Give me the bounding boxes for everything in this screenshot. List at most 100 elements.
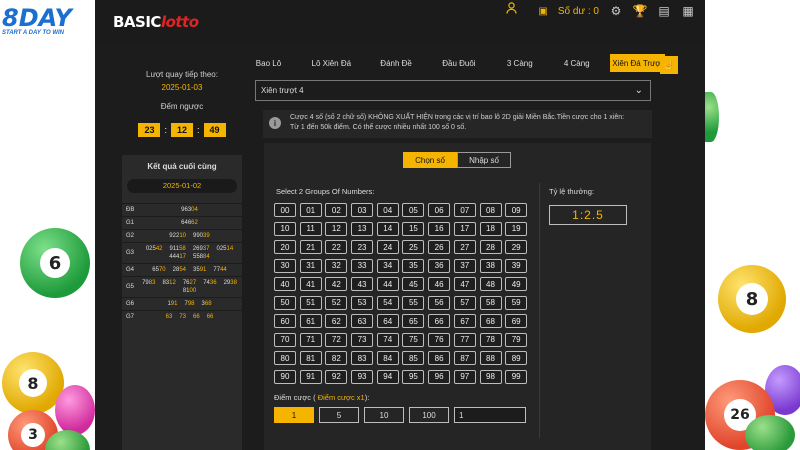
number-cell[interactable]: 68 (479, 314, 502, 328)
number-cell[interactable]: 03 (351, 203, 374, 217)
number-cell[interactable]: 30 (274, 258, 296, 273)
number-cell[interactable]: 36 (428, 258, 451, 273)
number-cell[interactable]: 50 (274, 295, 296, 310)
number-cell[interactable]: 71 (299, 332, 322, 347)
choose-numbers-button[interactable]: Chọn số (403, 152, 457, 168)
tab-0[interactable]: Bao Lô (245, 54, 292, 72)
number-cell[interactable]: 02 (325, 203, 348, 217)
number-cell[interactable]: 31 (299, 258, 322, 273)
number-cell[interactable]: 18 (479, 221, 502, 236)
number-cell[interactable]: 64 (376, 314, 399, 328)
number-cell[interactable]: 93 (351, 369, 374, 384)
number-cell[interactable]: 11 (299, 221, 322, 236)
number-cell[interactable]: 62 (325, 314, 348, 328)
number-cell[interactable]: 55 (402, 295, 425, 310)
number-cell[interactable]: 04 (376, 203, 399, 217)
number-cell[interactable]: 44 (376, 277, 399, 291)
number-cell[interactable]: 27 (453, 240, 476, 254)
number-cell[interactable]: 67 (453, 314, 476, 328)
number-cell[interactable]: 34 (376, 258, 399, 273)
number-cell[interactable]: 95 (402, 369, 425, 384)
number-cell[interactable]: 89 (505, 351, 528, 365)
number-cell[interactable]: 13 (351, 221, 374, 236)
number-cell[interactable]: 01 (299, 203, 322, 217)
settings-icon[interactable]: ⚙ (609, 4, 623, 18)
number-cell[interactable]: 80 (274, 351, 296, 365)
number-cell[interactable]: 60 (274, 314, 296, 328)
number-cell[interactable]: 51 (299, 295, 322, 310)
number-cell[interactable]: 83 (351, 351, 374, 365)
number-cell[interactable]: 41 (299, 277, 322, 291)
number-cell[interactable]: 19 (505, 221, 528, 236)
number-cell[interactable]: 72 (325, 332, 348, 347)
number-cell[interactable]: 48 (479, 277, 502, 291)
number-cell[interactable]: 20 (274, 240, 296, 254)
number-cell[interactable]: 23 (351, 240, 374, 254)
number-cell[interactable]: 21 (299, 240, 322, 254)
number-cell[interactable]: 59 (505, 295, 528, 310)
number-cell[interactable]: 15 (402, 221, 425, 236)
number-cell[interactable]: 35 (402, 258, 425, 273)
number-cell[interactable]: 39 (505, 258, 528, 273)
report-icon[interactable]: ▦ (681, 4, 695, 18)
number-cell[interactable]: 42 (325, 277, 348, 291)
bet-variant-select[interactable]: Xiên trượt 4 ⌄ (255, 80, 651, 101)
number-cell[interactable]: 77 (453, 332, 476, 347)
number-cell[interactable]: 22 (325, 240, 348, 254)
tab-6[interactable]: Xiên Đá Trượt (610, 54, 665, 72)
number-cell[interactable]: 07 (453, 203, 476, 217)
number-cell[interactable]: 47 (453, 277, 476, 291)
number-cell[interactable]: 88 (479, 351, 502, 365)
enter-numbers-button[interactable]: Nhập số (457, 152, 511, 168)
number-cell[interactable]: 90 (274, 369, 296, 384)
number-cell[interactable]: 33 (351, 258, 374, 273)
tab-5[interactable]: 4 Càng (552, 54, 601, 72)
number-cell[interactable]: 56 (428, 295, 451, 310)
number-cell[interactable]: 57 (453, 295, 476, 310)
number-cell[interactable]: 05 (402, 203, 425, 217)
stake-option-button[interactable]: 5 (319, 407, 359, 423)
number-cell[interactable]: 16 (428, 221, 451, 236)
number-cell[interactable]: 97 (453, 369, 476, 384)
number-cell[interactable]: 38 (479, 258, 502, 273)
stake-input[interactable] (454, 407, 526, 423)
number-cell[interactable]: 61 (299, 314, 322, 328)
number-cell[interactable]: 37 (453, 258, 476, 273)
number-cell[interactable]: 09 (505, 203, 528, 217)
number-cell[interactable]: 17 (453, 221, 476, 236)
stake-option-button[interactable]: 100 (409, 407, 449, 423)
number-cell[interactable]: 92 (325, 369, 348, 384)
results-date[interactable]: 2025-01-02 (127, 179, 237, 193)
number-cell[interactable]: 14 (376, 221, 399, 236)
number-cell[interactable]: 84 (376, 351, 399, 365)
tab-4[interactable]: 3 Càng (496, 54, 543, 72)
tab-1[interactable]: Lô Xiên Đá (301, 54, 362, 72)
pointer-hand-icon[interactable]: ☝ (660, 56, 678, 74)
number-cell[interactable]: 87 (453, 351, 476, 365)
number-cell[interactable]: 54 (376, 295, 399, 310)
number-cell[interactable]: 79 (505, 332, 528, 347)
number-cell[interactable]: 40 (274, 277, 296, 291)
number-cell[interactable]: 26 (428, 240, 451, 254)
number-cell[interactable]: 75 (402, 332, 425, 347)
number-cell[interactable]: 94 (376, 369, 399, 384)
app-logo[interactable]: BASIClotto (113, 13, 199, 31)
number-cell[interactable]: 69 (505, 314, 528, 328)
number-cell[interactable]: 85 (402, 351, 425, 365)
number-cell[interactable]: 91 (299, 369, 322, 384)
number-cell[interactable]: 58 (479, 295, 502, 310)
user-icon[interactable] (506, 2, 517, 17)
number-cell[interactable]: 99 (505, 369, 528, 384)
tab-3[interactable]: Đầu Đuôi (431, 54, 488, 72)
history-icon[interactable]: ▤ (657, 4, 671, 18)
number-cell[interactable]: 24 (376, 240, 399, 254)
number-cell[interactable]: 49 (505, 277, 528, 291)
number-cell[interactable]: 06 (428, 203, 451, 217)
number-cell[interactable]: 78 (479, 332, 502, 347)
number-cell[interactable]: 76 (428, 332, 451, 347)
number-cell[interactable]: 10 (274, 221, 296, 236)
number-cell[interactable]: 70 (274, 332, 296, 347)
number-cell[interactable]: 73 (351, 332, 374, 347)
number-cell[interactable]: 45 (402, 277, 425, 291)
number-cell[interactable]: 08 (479, 203, 502, 217)
